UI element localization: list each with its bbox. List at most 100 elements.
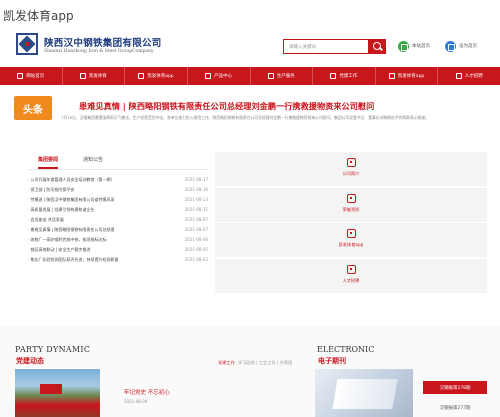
news-item-title[interactable]: 公司开展年度管理人员安全培训教育（第一期） (28, 177, 156, 187)
electronic-title-en: ELECTRONIC (317, 345, 375, 354)
quick-link-tile[interactable]: 人才招聘 (215, 258, 487, 293)
nav-item-label: 产品中心 (214, 74, 233, 79)
company-name-cn[interactable]: 陕西汉中钢铁集团有限公司 (44, 35, 162, 49)
tab-party-work[interactable]: 党建工作 (218, 360, 235, 366)
party-article-title[interactable]: 牢记党史 不忘初心 (124, 388, 170, 396)
party-title-cn: 党建动态 (16, 357, 44, 365)
news-tabs: 集团要闻 通知公告 (28, 152, 208, 170)
news-item[interactable]: 保卫部 | 防汛抢险保平安 2021-08-16 (28, 187, 208, 197)
flag-icon (330, 73, 337, 79)
news-list: 公司开展年度管理人员安全培训教育（第一期） 2021-08-17 保卫部 | 防汛抢… (28, 177, 208, 267)
headline-title[interactable]: 患难见真情 | 陕西略阳钢铁有限责任公司总经理刘金鹏一行携救援物资来公司慰问 (79, 100, 374, 112)
news-item[interactable]: 高质量发展 | 党建引领构建和谐企业 2021-08-11 (28, 207, 208, 217)
news-panel: 集团要闻 通知公告 公司开展年度管理人员安全培训教育（第一期） 2021-08-1… (28, 152, 208, 267)
nav-item[interactable]: 凯发体育 (63, 67, 126, 85)
home-link[interactable]: 本站首页 (398, 40, 430, 52)
news-item-title[interactable]: 会员座谈 共话发展 (28, 217, 156, 227)
nav-item[interactable]: 网站首页 (0, 67, 63, 85)
search-input[interactable]: 请输入关键词 (283, 39, 369, 54)
quick-links: 公司简介荣誉资质凯发体育app 人才招聘 (215, 152, 487, 294)
tab-notices[interactable]: 通知公告 (83, 156, 103, 163)
headline-banner: 头条 患难见真情 | 陕西略阳钢铁有限责任公司总经理刘金鹏一行携救援物资来公司慰… (0, 92, 500, 134)
news-icon (138, 73, 145, 79)
news-item[interactable]: 炼铁厂一高炉顺利完成中修，各项指标达标 2021-08-06 (28, 237, 208, 247)
news-item-date: 2021-08-13 (184, 197, 208, 202)
news-item[interactable]: 公司开展年度管理人员安全培训教育（第一期） 2021-08-17 (28, 177, 208, 187)
quick-link-label: 凯发体育app (338, 242, 364, 247)
nav-item-label: 网站首页 (26, 74, 45, 79)
news-item[interactable]: 患难见真情 | 陕西略阳钢铁有限责任公司总经理 2021-08-07 (28, 227, 208, 237)
people-icon (455, 73, 462, 79)
news-item[interactable]: 铁区高效联动 | 安全生产稳步推进 2021-08-05 (28, 247, 208, 257)
site-header: 陕西汉中钢铁集团有限公司 Shaanxi Hanzhong Iron & Ste… (0, 28, 500, 64)
nav-item-label: 凯发体育app (147, 74, 174, 79)
search-button[interactable] (369, 39, 386, 54)
company-icon (346, 158, 356, 167)
news-item-title[interactable]: 铁区高效联动 | 安全生产稳步推进 (28, 247, 156, 257)
news-item[interactable]: 劳模说 | 陕西汉中钢铁集团有限公司省劳模风采 2021-08-13 (28, 197, 208, 207)
site-title: 凯发体育app (3, 9, 74, 23)
medal-icon (346, 193, 356, 203)
news-item-date: 2021-08-07 (184, 227, 208, 232)
news-item[interactable]: 会员座谈 共话发展 2021-08-07 (28, 217, 208, 227)
home-icon (17, 73, 24, 79)
news-item-title[interactable]: 焦化厂化验检测团队获评先进，持续提升检测质量 (28, 257, 156, 267)
nav-item[interactable]: 生产服务 (251, 67, 314, 85)
nav-item-label: 生产服务 (276, 74, 295, 79)
nav-item[interactable]: 凯发体育app (376, 67, 439, 85)
party-title-en: PARTY DYNAMIC (15, 345, 91, 354)
home-icon (398, 40, 409, 52)
product-icon (205, 73, 212, 79)
news-item-date: 2021-08-05 (184, 247, 208, 252)
news-item-date: 2021-08-06 (184, 237, 208, 242)
quick-link-tile[interactable]: 荣誉资质 (215, 187, 487, 222)
nav-item[interactable]: 凯发体育app (125, 67, 188, 85)
company-name-en: Shaanxi Hanzhong Iron & Steel GroupCompa… (44, 49, 154, 54)
party-article-date: 2021-08-09 (124, 399, 148, 404)
doc-icon (388, 73, 395, 79)
nav-item[interactable]: 党建工作 (313, 67, 376, 85)
app-icon (346, 229, 356, 238)
nav-item-label: 党建工作 (339, 74, 358, 79)
headline-badge: 头条 (14, 96, 52, 120)
news-item-title[interactable]: 高质量发展 | 党建引领构建和谐企业 (28, 207, 156, 217)
electronic-title-cn: 电子期刊 (318, 357, 346, 365)
bookmark-icon (445, 40, 456, 52)
party-subtabs[interactable]: 学习园地 | 工会工作 | 共青团 (238, 360, 292, 366)
journal-cover[interactable] (315, 369, 413, 417)
news-item-title[interactable]: 劳模说 | 陕西汉中钢铁集团有限公司省劳模风采 (28, 197, 156, 207)
party-photo[interactable] (15, 369, 100, 417)
news-item-title[interactable]: 患难见真情 | 陕西略阳钢铁有限责任公司总经理 (28, 227, 156, 237)
headline-summary: 7月19日，汉钢集团遭遇强降雨天气袭击，生产经营受到冲击，各单位奋力投入抢险工作… (61, 115, 429, 120)
news-item-date: 2021-08-02 (184, 257, 208, 262)
quick-link-label: 荣誉资质 (342, 206, 360, 212)
issue-button[interactable]: 汉钢报第278期 (423, 381, 487, 394)
news-item-date: 2021-08-17 (184, 177, 208, 182)
nav-item-label: 凯发体育 (88, 74, 107, 79)
issue-link[interactable]: 汉钢报第277期 (423, 401, 487, 414)
nav-item[interactable]: 产品中心 (188, 67, 251, 85)
news-item-date: 2021-08-11 (184, 207, 208, 212)
quick-link-label: 公司简介 (342, 171, 360, 176)
tab-group-news[interactable]: 集团要闻 (38, 156, 59, 169)
company-logo-icon[interactable] (16, 33, 38, 55)
news-item-title[interactable]: 保卫部 | 防汛抢险保平安 (28, 187, 156, 197)
quick-link-tile[interactable]: 公司简介 (215, 152, 487, 186)
building-icon (79, 73, 86, 79)
nav-item-label: 凯发体育app (397, 74, 425, 79)
news-item-date: 2021-08-07 (184, 217, 208, 222)
news-item-date: 2021-08-16 (184, 187, 208, 192)
nav-item-label: 人才招聘 (464, 74, 483, 79)
quick-link-tile[interactable]: 凯发体育app (215, 223, 487, 257)
home-link-label: 本站首页 (412, 44, 430, 49)
service-icon (267, 73, 274, 79)
set-homepage-label: 设为首页 (459, 44, 477, 49)
set-homepage-link[interactable]: 设为首页 (445, 40, 477, 52)
quick-link-label: 人才招聘 (342, 277, 360, 283)
nav-item[interactable]: 人才招聘 (438, 67, 500, 85)
news-item-title[interactable]: 炼铁厂一高炉顺利完成中修，各项指标达标 (28, 237, 156, 247)
main-nav: 网站首页 凯发体育 凯发体育app 产品中心 生产服务 党建工作 凯发体育app 人才招聘 (0, 67, 500, 85)
recruit-icon (346, 264, 356, 274)
bottom-section: PARTY DYNAMIC 党建动态 党建工作 学习园地 | 工会工作 | 共青… (0, 326, 500, 417)
news-item[interactable]: 焦化厂化验检测团队获评先进，持续提升检测质量 2021-08-02 (28, 257, 208, 267)
